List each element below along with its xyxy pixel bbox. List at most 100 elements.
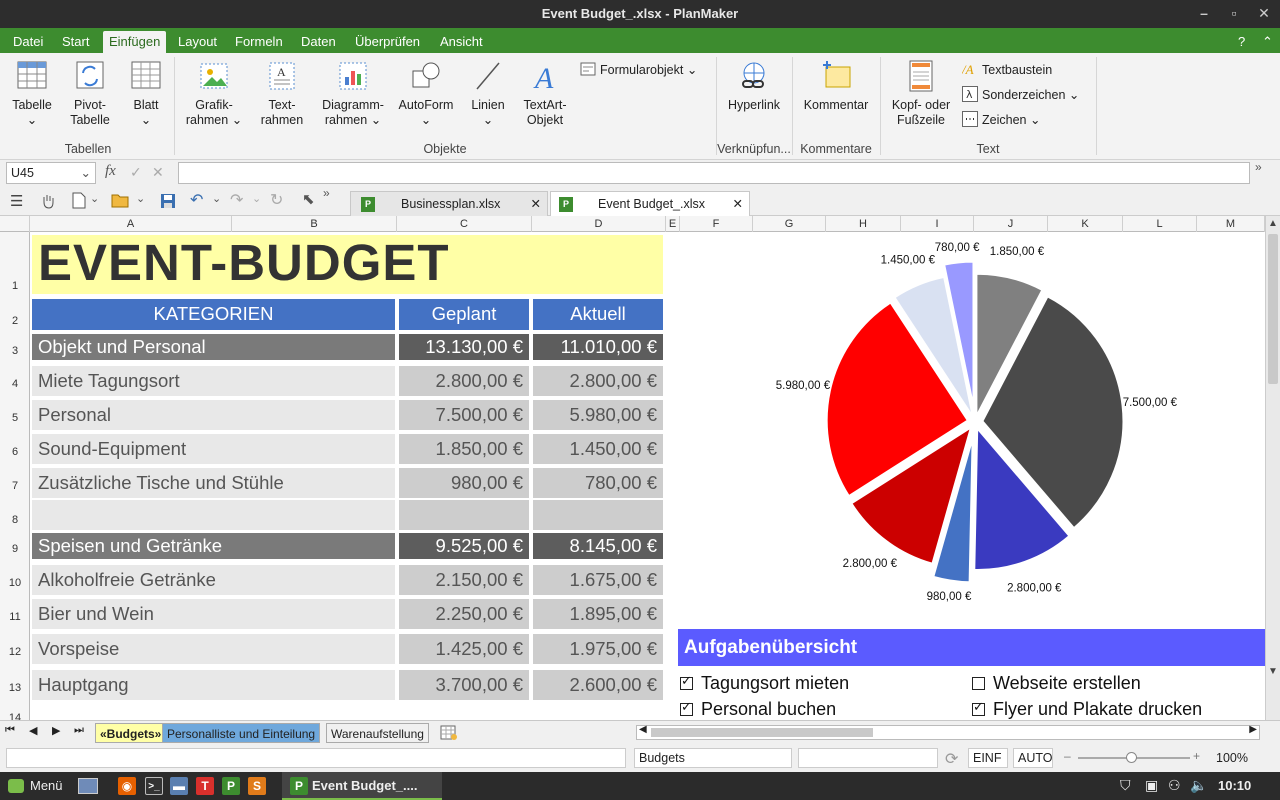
- row-9[interactable]: 9: [0, 543, 30, 555]
- task-overview-title[interactable]: Aufgabenübersicht: [678, 629, 1265, 666]
- row-13[interactable]: 13: [0, 682, 30, 694]
- row-8[interactable]: 8: [0, 514, 30, 526]
- close-tab-icon[interactable]: ✕: [531, 192, 541, 217]
- tabelle-button[interactable]: Tabelle ⌄: [8, 59, 56, 128]
- chevron-down-icon[interactable]: ⌄: [212, 192, 221, 205]
- overflow-icon[interactable]: »: [323, 186, 330, 200]
- tab-start[interactable]: Start: [56, 31, 95, 53]
- checkbox-empty-icon[interactable]: [972, 677, 985, 690]
- planned-cell[interactable]: 7.500,00 €: [399, 400, 529, 430]
- network-icon[interactable]: ⚇: [1168, 777, 1181, 794]
- close-tab-icon[interactable]: ✕: [733, 192, 743, 217]
- open-folder-icon[interactable]: [111, 193, 129, 208]
- row-11[interactable]: 11: [0, 611, 30, 623]
- category-cell[interactable]: Bier und Wein: [32, 599, 395, 629]
- mint-logo-icon[interactable]: [8, 779, 24, 793]
- actual-cell[interactable]: 1.450,00 €: [533, 434, 663, 464]
- row-7[interactable]: 7: [0, 480, 30, 492]
- planned-cell[interactable]: 9.525,00 €: [399, 533, 529, 559]
- scroll-thumb[interactable]: [1268, 234, 1278, 384]
- title-cell[interactable]: EVENT-BUDGET: [32, 235, 663, 294]
- new-document-icon[interactable]: [72, 192, 86, 209]
- column-f[interactable]: F: [680, 216, 753, 232]
- repeat-icon[interactable]: ↻: [270, 190, 283, 210]
- prev-sheet-icon[interactable]: ◀: [29, 724, 37, 737]
- textmaker-icon[interactable]: T: [196, 777, 214, 795]
- sheet-grid[interactable]: EVENT-BUDGET KATEGORIEN Geplant Aktuell …: [30, 232, 1265, 720]
- vertical-scrollbar[interactable]: ▲ ▼: [1265, 216, 1280, 720]
- redo-icon[interactable]: ↷: [230, 190, 243, 210]
- column-c[interactable]: C: [397, 216, 532, 232]
- textrahmen-button[interactable]: A Text-rahmen: [256, 59, 308, 128]
- autoform-button[interactable]: AutoForm ⌄: [396, 59, 456, 128]
- last-sheet-icon[interactable]: ⏭: [74, 724, 84, 737]
- planned-cell[interactable]: 2.250,00 €: [399, 599, 529, 629]
- actual-cell[interactable]: 780,00 €: [533, 468, 663, 498]
- fx-icon[interactable]: fx: [105, 163, 116, 180]
- header-geplant[interactable]: Geplant: [399, 299, 529, 330]
- task-item[interactable]: ✓ Tagungsort mieten: [680, 673, 849, 694]
- clipboard-icon[interactable]: ▣: [1145, 777, 1158, 794]
- category-cell[interactable]: Miete Tagungsort: [32, 366, 395, 396]
- column-k[interactable]: K: [1048, 216, 1123, 232]
- row-12[interactable]: 12: [0, 646, 30, 658]
- category-cell[interactable]: Speisen und Getränke: [32, 533, 395, 559]
- formularobjekt-button[interactable]: Formularobjekt ⌄: [580, 60, 697, 80]
- actual-cell[interactable]: 5.980,00 €: [533, 400, 663, 430]
- column-j[interactable]: J: [974, 216, 1048, 232]
- textbaustein-button[interactable]: /A Textbaustein: [962, 60, 1052, 80]
- header-aktuell[interactable]: Aktuell: [533, 299, 663, 330]
- pointer-icon[interactable]: ⬉: [302, 190, 315, 208]
- tab-datei[interactable]: Datei: [7, 31, 49, 53]
- zoom-out-icon[interactable]: –: [1064, 749, 1071, 763]
- category-cell[interactable]: Personal: [32, 400, 395, 430]
- refresh-icon[interactable]: ⟳: [945, 749, 958, 769]
- show-desktop-icon[interactable]: [78, 778, 98, 794]
- planned-cell[interactable]: 2.150,00 €: [399, 565, 529, 595]
- actual-cell[interactable]: [533, 500, 663, 530]
- textart-button[interactable]: A TextArt- Objekt: [518, 59, 572, 128]
- sheet-tab-budgets[interactable]: «Budgets»: [95, 723, 167, 743]
- sonderzeichen-button[interactable]: λ Sonderzeichen ⌄: [962, 85, 1079, 105]
- hamburger-menu-icon[interactable]: ☰: [10, 192, 23, 210]
- tab-formeln[interactable]: Formeln: [229, 31, 289, 53]
- category-cell[interactable]: [32, 500, 395, 530]
- sheet-tab-personalliste[interactable]: Personalliste und Einteilung: [162, 723, 321, 743]
- blatt-button[interactable]: Blatt ⌄: [124, 59, 168, 128]
- category-cell[interactable]: Zusätzliche Tische und Stühle: [32, 468, 395, 498]
- next-sheet-icon[interactable]: ▶: [52, 724, 60, 737]
- column-a[interactable]: A: [30, 216, 232, 232]
- tab-daten[interactable]: Daten: [295, 31, 342, 53]
- scroll-left-icon[interactable]: ◀: [639, 724, 647, 735]
- scroll-down-icon[interactable]: ▼: [1268, 666, 1278, 677]
- grafikrahmen-button[interactable]: Grafik-rahmen ⌄: [184, 59, 244, 128]
- planmaker-icon[interactable]: P: [222, 777, 240, 795]
- row-10[interactable]: 10: [0, 577, 30, 589]
- terminal-icon[interactable]: >_: [145, 777, 163, 795]
- task-item[interactable]: ✓ Personal buchen: [680, 699, 836, 720]
- horizontal-scrollbar[interactable]: ◀ ▶: [636, 724, 1260, 740]
- category-cell[interactable]: Hauptgang: [32, 670, 395, 700]
- actual-cell[interactable]: 1.975,00 €: [533, 634, 663, 664]
- category-cell[interactable]: Objekt und Personal: [32, 334, 395, 360]
- planned-cell[interactable]: 1.850,00 €: [399, 434, 529, 464]
- tab-layout[interactable]: Layout: [172, 31, 223, 53]
- category-cell[interactable]: Sound-Equipment: [32, 434, 395, 464]
- linien-button[interactable]: Linien ⌄: [466, 59, 510, 128]
- actual-cell[interactable]: 11.010,00 €: [533, 334, 663, 360]
- chevron-down-icon[interactable]: ⌄: [136, 192, 145, 205]
- volume-icon[interactable]: 🔈: [1190, 777, 1207, 794]
- start-menu-button[interactable]: Menü: [30, 778, 63, 793]
- row-4[interactable]: 4: [0, 378, 30, 390]
- cell-reference-box[interactable]: U45 ⌄: [6, 162, 96, 184]
- zeichen-button[interactable]: Zeichen ⌄: [962, 110, 1040, 130]
- planned-cell[interactable]: [399, 500, 529, 530]
- tab-ansicht[interactable]: Ansicht: [434, 31, 489, 53]
- tab-einfuegen[interactable]: Einfügen: [103, 31, 167, 53]
- task-item[interactable]: ✓ Flyer und Plakate drucken: [972, 699, 1202, 720]
- actual-cell[interactable]: 2.600,00 €: [533, 670, 663, 700]
- doc-tab-businessplan[interactable]: P Businessplan.xlsx ✕: [350, 191, 548, 216]
- diagrammrahmen-button[interactable]: Diagramm-rahmen ⌄: [318, 59, 388, 128]
- row-6[interactable]: 6: [0, 446, 30, 458]
- firefox-icon[interactable]: ◉: [118, 777, 136, 795]
